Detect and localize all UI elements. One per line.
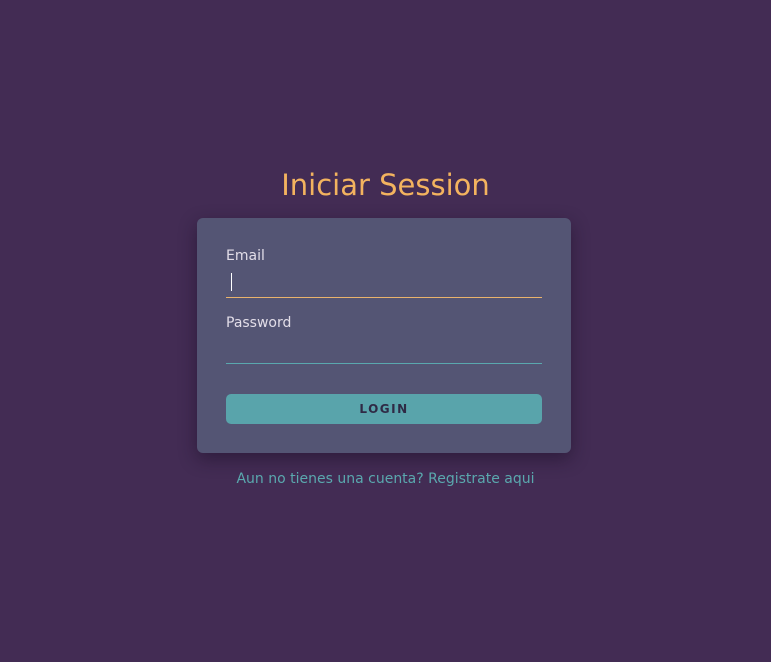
- text-cursor: [231, 273, 232, 291]
- email-label: Email: [226, 248, 265, 264]
- page-title: Iniciar Session: [281, 168, 490, 202]
- register-link[interactable]: Aun no tienes una cuenta? Registrate aqu…: [0, 470, 771, 488]
- password-label: Password: [226, 315, 292, 331]
- login-button[interactable]: LOGIN: [226, 394, 542, 424]
- password-input[interactable]: [226, 336, 542, 364]
- email-input[interactable]: [226, 270, 542, 298]
- login-card: Email Password LOGIN: [197, 218, 571, 453]
